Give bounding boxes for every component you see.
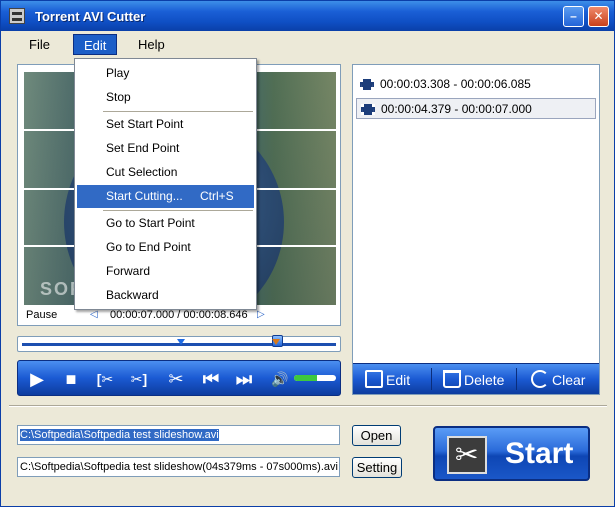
go-to-end-button[interactable]: ⏭	[231, 366, 257, 392]
input-file-path: C:\Softpedia\Softpedia test slideshow.av…	[20, 429, 219, 441]
segment-list-item[interactable]: 00:00:03.308 - 00:00:06.085	[356, 74, 596, 95]
menu-item-cut-selection[interactable]: Cut Selection	[77, 161, 254, 184]
menu-item-label: Stop	[106, 90, 131, 104]
menu-item-go-to-start-point[interactable]: Go to Start Point	[77, 212, 254, 235]
menu-bar: File Edit Help	[1, 31, 614, 57]
film-icon	[361, 104, 375, 115]
minimize-button[interactable]: –	[563, 6, 584, 27]
trash-icon	[443, 370, 461, 388]
input-file-field[interactable]: C:\Softpedia\Softpedia test slideshow.av…	[17, 425, 340, 445]
edit-label: Edit	[386, 372, 411, 388]
menu-item-label: Cut Selection	[106, 165, 178, 179]
start-label: Start	[505, 437, 574, 470]
play-button[interactable]: ▶	[24, 366, 50, 392]
next-frame-icon[interactable]: ▷	[257, 309, 267, 321]
refresh-icon	[531, 370, 549, 388]
output-file-path: C:\Softpedia\Softpedia test slideshow(04…	[20, 461, 338, 473]
segment-toolbar: Edit Delete Clear	[353, 363, 599, 394]
cut-selection-button[interactable]: ✂	[163, 366, 189, 392]
menu-item-backward[interactable]: Backward	[77, 284, 254, 307]
app-film-icon	[9, 8, 25, 24]
edit-segment-button[interactable]: Edit	[365, 367, 410, 393]
delete-label: Delete	[464, 372, 505, 388]
menu-item-label: Start Cutting...	[106, 189, 183, 203]
playback-toolbar: ▶ ■ [✂ ✂] ✂ ⏮ ⏭ 🔊	[17, 360, 341, 396]
menu-separator	[103, 210, 253, 211]
main-window: Torrent AVI Cutter – ✕ File Edit Help SO…	[0, 0, 615, 507]
menu-edit[interactable]: Edit	[73, 34, 118, 55]
edit-menu-dropdown: Play Stop Set Start Point Set End Point …	[74, 58, 257, 310]
start-button[interactable]: Start	[433, 426, 590, 481]
set-end-point-button[interactable]: ✂]	[126, 366, 152, 392]
menu-item-play[interactable]: Play	[77, 62, 254, 85]
volume-icon[interactable]: 🔊	[271, 369, 289, 389]
end-marker[interactable]	[272, 339, 280, 345]
menu-item-label: Set End Point	[106, 141, 180, 155]
menu-item-forward[interactable]: Forward	[77, 260, 254, 283]
stop-button[interactable]: ■	[58, 366, 84, 392]
menu-separator	[103, 111, 253, 112]
close-button[interactable]: ✕	[588, 6, 609, 27]
go-to-start-button[interactable]: ⏮	[198, 366, 224, 392]
start-marker[interactable]	[177, 339, 185, 345]
clear-label: Clear	[552, 372, 586, 388]
delete-segment-button[interactable]: Delete	[443, 367, 504, 393]
segment-label: 00:00:04.379 - 00:00:07.000	[381, 102, 532, 116]
menu-item-go-to-end-point[interactable]: Go to End Point	[77, 236, 254, 259]
section-divider	[9, 405, 607, 407]
menu-item-start-cutting[interactable]: Start Cutting... Ctrl+S	[77, 185, 254, 208]
menu-item-label: Forward	[106, 264, 151, 278]
menu-file[interactable]: File	[19, 34, 60, 55]
prev-frame-icon[interactable]: ◁	[90, 309, 100, 321]
toolbar-divider	[516, 368, 517, 390]
volume-slider[interactable]	[294, 375, 336, 381]
segment-list-panel: 00:00:03.308 - 00:00:06.085 00:00:04.379…	[352, 64, 600, 395]
film-edit-icon	[365, 370, 383, 388]
open-button[interactable]: Open	[352, 425, 401, 446]
clear-segments-button[interactable]: Clear	[531, 367, 585, 393]
segment-list-item[interactable]: 00:00:04.379 - 00:00:07.000	[356, 98, 596, 119]
toolbar-divider	[431, 368, 432, 390]
seek-slider[interactable]	[17, 335, 341, 352]
menu-item-label: Play	[106, 66, 130, 80]
volume-level	[294, 375, 318, 381]
scissors-film-icon	[447, 436, 487, 474]
window-title: Torrent AVI Cutter	[35, 9, 146, 24]
output-file-field[interactable]: C:\Softpedia\Softpedia test slideshow(04…	[17, 457, 340, 477]
film-icon	[360, 79, 374, 90]
segment-label: 00:00:03.308 - 00:00:06.085	[380, 77, 531, 91]
menu-item-set-start-point[interactable]: Set Start Point	[77, 113, 254, 136]
playback-state: Pause	[26, 309, 58, 321]
time-readout: 00:00:07.000 / 00:00:08.646	[110, 309, 248, 321]
menu-item-label: Go to Start Point	[106, 216, 195, 230]
menu-item-label: Backward	[106, 288, 159, 302]
menu-help[interactable]: Help	[128, 34, 175, 55]
menu-item-label: Go to End Point	[106, 240, 191, 254]
set-start-point-button[interactable]: [✂	[92, 366, 118, 392]
menu-item-label: Set Start Point	[106, 117, 184, 131]
menu-item-stop[interactable]: Stop	[77, 86, 254, 109]
menu-item-set-end-point[interactable]: Set End Point	[77, 137, 254, 160]
title-bar[interactable]: Torrent AVI Cutter – ✕	[1, 1, 614, 31]
menu-item-shortcut: Ctrl+S	[200, 189, 234, 203]
setting-button[interactable]: Setting	[352, 457, 402, 478]
